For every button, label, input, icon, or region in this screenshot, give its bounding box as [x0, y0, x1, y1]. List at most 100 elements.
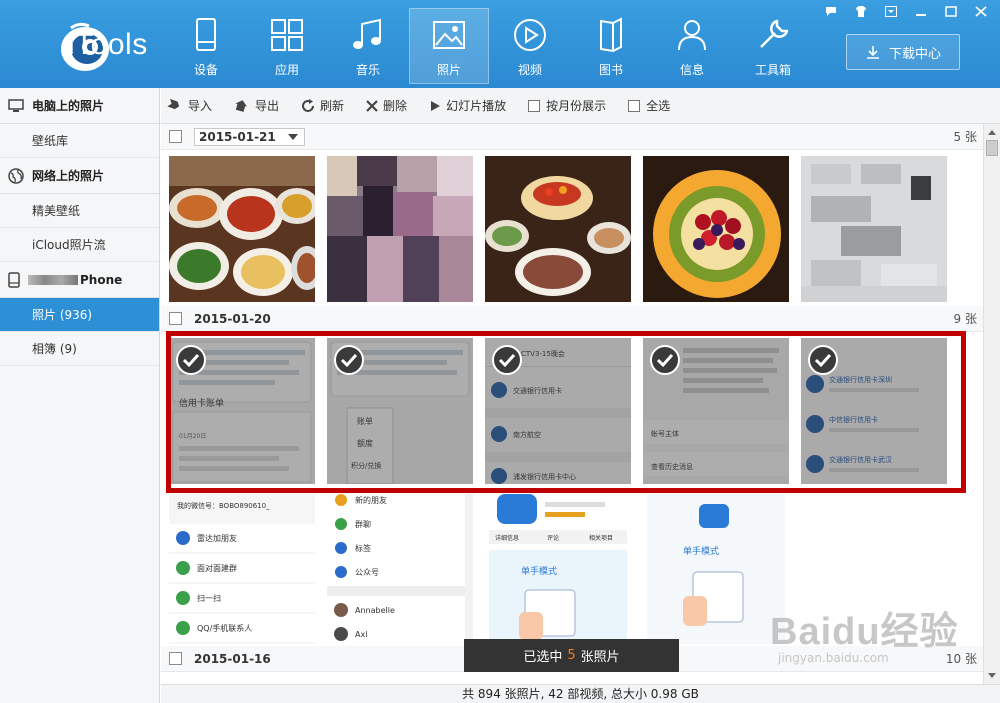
group-checkbox[interactable] — [169, 130, 182, 143]
device-name-blurred — [28, 274, 78, 285]
export-button[interactable]: 导出 — [234, 97, 279, 114]
nav-label: 照片 — [436, 63, 461, 77]
feedback-icon[interactable] — [816, 2, 846, 20]
close-icon[interactable] — [966, 2, 996, 20]
nav-apps[interactable]: 应用 — [247, 8, 327, 84]
sidebar-item-wallpaper-lib[interactable]: 壁纸库 — [0, 124, 159, 158]
scroll-up-icon[interactable] — [984, 124, 1000, 140]
main-nav: 设备 应用 音乐 照片 视频 图书 信息 工具箱 — [166, 8, 814, 84]
baidu-watermark: Baidu经验 jingyan.baidu.com — [770, 600, 959, 665]
minimize-icon[interactable] — [906, 2, 936, 20]
vertical-scrollbar[interactable] — [983, 124, 1000, 684]
photo-thumb-selected[interactable]: 信用卡账单 01月20日 — [169, 338, 315, 484]
nav-info[interactable]: 信息 — [652, 8, 732, 84]
chat-row: 南方航空 — [513, 430, 541, 439]
nav-toolbox[interactable]: 工具箱 — [733, 8, 813, 84]
by-month-checkbox[interactable] — [528, 99, 541, 112]
download-center-label: 下载中心 — [888, 46, 941, 62]
list-item: 雷达加朋友 — [197, 533, 237, 543]
check-circle-icon — [650, 345, 680, 375]
wechat-id: 我的微信号：BOBO890610_ — [177, 501, 270, 510]
wrench-icon — [760, 19, 789, 48]
list-item: 面对面建群 — [197, 563, 237, 573]
photo-thumb-selected[interactable]: CTV3-15晚会 交通银行信用卡 南方航空 浦发银行信用卡中心 — [485, 338, 631, 484]
device-name: Phone — [80, 272, 123, 287]
sidebar-cat-web-photos[interactable]: 网络上的照片 — [0, 158, 159, 194]
group-count: 5 张 — [953, 130, 977, 144]
sidebar-cat-device[interactable]: Phone — [0, 262, 159, 298]
nav-books[interactable]: 图书 — [571, 8, 651, 84]
sidebar-item-photos[interactable]: 照片 (936) — [0, 298, 159, 332]
delete-label: 删除 — [383, 99, 408, 113]
photo-thumb[interactable] — [801, 156, 947, 302]
by-month-toggle[interactable]: 按月份展示 — [528, 97, 606, 114]
group-date: 2015-01-16 — [194, 651, 271, 666]
date-dropdown[interactable]: 2015-01-21 — [194, 127, 305, 146]
toast-prefix: 已选中 — [523, 650, 563, 665]
list-item: 群聊 — [355, 519, 371, 529]
by-month-label: 按月份展示 — [546, 99, 607, 113]
account-subject: 帐号主体 — [651, 429, 679, 438]
photo-thumb[interactable]: 详细信息 评论 相关项目 单手模式 — [485, 494, 631, 644]
photo-thumb[interactable] — [643, 156, 789, 302]
tab-label: 详细信息 — [495, 534, 519, 542]
export-label: 导出 — [255, 99, 280, 113]
list-item: Annabelle — [355, 606, 395, 615]
date-group-header: 2015-01-20 9 张 — [161, 306, 983, 332]
nav-device[interactable]: 设备 — [166, 8, 246, 84]
screenshot-title: 信用卡账单 — [179, 397, 224, 409]
photo-thumb[interactable] — [485, 156, 631, 302]
photo-thumb[interactable]: 单手模式 — [643, 494, 789, 644]
select-all-checkbox[interactable] — [628, 99, 641, 112]
history-link: 查看历史消息 — [651, 462, 693, 471]
group-checkbox[interactable] — [169, 652, 182, 665]
photo-icon — [433, 21, 465, 49]
nav-video[interactable]: 视频 — [490, 8, 570, 84]
chat-header: CTV3-15晚会 — [521, 349, 565, 358]
menu-icon[interactable] — [876, 2, 906, 20]
photo-thumb-selected[interactable]: 账单 额度 积分/兑换 — [327, 338, 473, 484]
import-button[interactable]: 导入 — [167, 97, 212, 114]
sidebar-cat-pc-photos[interactable]: 电脑上的照片 — [0, 88, 159, 124]
scroll-thumb[interactable] — [986, 140, 998, 156]
group-checkbox[interactable] — [169, 312, 182, 325]
app-header: iTools 设备 应用 音乐 照片 视频 图书 信息 工具箱 下载中心 — [0, 0, 1000, 88]
maximize-icon[interactable] — [936, 2, 966, 20]
refresh-button[interactable]: 刷新 — [301, 97, 344, 114]
group-count: 9 张 — [953, 312, 977, 326]
refresh-icon — [302, 98, 315, 112]
photo-thumb[interactable] — [169, 156, 315, 302]
check-circle-icon — [808, 345, 838, 375]
select-all-toggle[interactable]: 全选 — [628, 97, 670, 114]
nav-music[interactable]: 音乐 — [328, 8, 408, 84]
nav-photos[interactable]: 照片 — [409, 8, 489, 84]
list-item: 扫一扫 — [197, 593, 221, 603]
group-date: 2015-01-21 — [199, 129, 276, 144]
sidebar-item-fine-wallpaper[interactable]: 精美壁纸 — [0, 194, 159, 228]
export-icon — [235, 99, 248, 112]
monitor-icon — [8, 98, 24, 112]
sidebar-item-albums[interactable]: 相簿 (9) — [0, 332, 159, 366]
menu-item-text: 积分/兑换 — [351, 461, 381, 470]
person-icon — [678, 20, 706, 51]
scroll-down-icon[interactable] — [984, 668, 1000, 684]
screenshot-date: 01月20日 — [179, 433, 206, 440]
photo-thumb-selected[interactable]: 交通银行信用卡深圳 中信银行信用卡 交通银行信用卡武汉 — [801, 338, 947, 484]
delete-button[interactable]: 删除 — [366, 97, 407, 114]
list-item: 新的朋友 — [355, 495, 387, 505]
slideshow-button[interactable]: 幻灯片播放 — [429, 97, 506, 114]
skin-icon[interactable] — [846, 2, 876, 20]
sidebar-cat-label: 网络上的照片 — [32, 169, 105, 183]
download-center-button[interactable]: 下载中心 — [846, 34, 960, 70]
globe-icon — [8, 167, 24, 184]
photo-thumb[interactable]: 新的朋友 群聊 标签 公众号 Annabelle Axl — [327, 494, 473, 644]
sidebar-item-icloud-stream[interactable]: iCloud照片流 — [0, 228, 159, 262]
photo-thumb-selected[interactable]: 帐号主体 查看历史消息 — [643, 338, 789, 484]
nav-label: 工具箱 — [754, 63, 791, 77]
mode-title: 单手模式 — [683, 545, 719, 557]
photo-thumb[interactable] — [327, 156, 473, 302]
photo-thumb[interactable]: 我的微信号：BOBO890610_ 雷达加朋友 面对面建群 扫一扫 QQ/手机联… — [169, 494, 315, 644]
app-name: iTools — [68, 28, 148, 61]
nav-label: 音乐 — [355, 63, 380, 77]
nav-label: 图书 — [598, 63, 623, 77]
